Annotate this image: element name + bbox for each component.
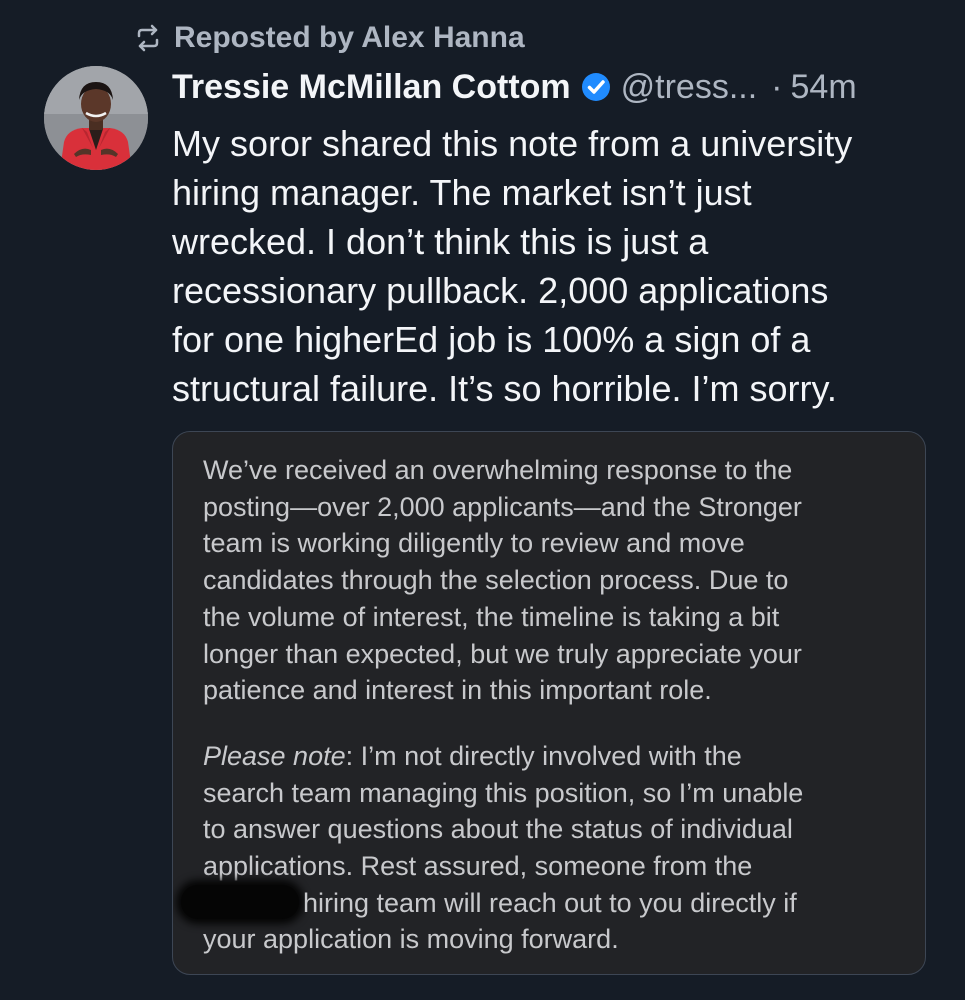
post-text-line: My soror shared this note from a univers… [172, 123, 853, 164]
embed-text-line: search team managing this position, so I… [203, 777, 804, 808]
please-note-text: : I’m not directly involved with the [345, 740, 742, 771]
post-text-line: structural failure. It’s so horrible. I’… [172, 368, 837, 409]
post-text-line: hiring manager. The market isn’t just [172, 172, 752, 213]
post-header: Tressie McMillan Cottom @tress... · 54m [172, 66, 932, 108]
verified-check-icon [581, 73, 610, 101]
embed-redacted-line: hiring team will reach out to you direct… [181, 884, 903, 922]
embed-text-line: longer than expected, but we truly appre… [203, 638, 802, 669]
separator-dot: · [771, 67, 783, 106]
embed-text-line: posting—over 2,000 applicants—and the St… [203, 491, 802, 522]
avatar[interactable] [44, 66, 148, 170]
redaction-mark [181, 884, 299, 919]
embedded-image-note[interactable]: We’ve received an overwhelming response … [172, 431, 926, 975]
repost-icon [137, 24, 159, 52]
embed-text-line: your application is moving forward. [203, 924, 619, 955]
embed-text-line: applications. Rest assured, someone from… [203, 851, 753, 882]
post-timestamp[interactable]: 54m [791, 68, 857, 107]
repost-label: Reposted by Alex Hanna [174, 21, 525, 54]
please-note-label: Please note [203, 740, 346, 771]
embed-text-line: to answer questions about the status of … [203, 814, 793, 845]
post-body: My soror shared this note from a univers… [172, 119, 932, 413]
embed-text-line: patience and interest in this important … [203, 675, 712, 706]
avatar-image [44, 66, 148, 170]
embed-note-line: Please note: I’m not directly involved w… [203, 738, 903, 775]
embedded-note-text: We’ve received an overwhelming response … [181, 452, 903, 958]
embed-text-line: candidates through the selection process… [203, 565, 789, 596]
post-text-line: recessionary pullback. 2,000 application… [172, 270, 829, 311]
embed-text-line: the volume of interest, the timeline is … [203, 601, 780, 632]
post-text-line: wrecked. I don’t think this is just a [172, 221, 709, 262]
embed-text-line: team is working diligently to review and… [203, 528, 745, 559]
post-text-line: for one higherEd job is 100% a sign of a [172, 319, 811, 360]
embed-text-line: hiring team will reach out to you direct… [303, 887, 797, 918]
author-display-name[interactable]: Tressie McMillan Cottom [172, 68, 571, 107]
repost-indicator[interactable]: Reposted by Alex Hanna [134, 18, 525, 58]
author-handle[interactable]: @tress... [621, 68, 758, 107]
embed-text-line: We’ve received an overwhelming response … [203, 455, 793, 485]
post-content: Tressie McMillan Cottom @tress... · 54m … [172, 66, 932, 413]
